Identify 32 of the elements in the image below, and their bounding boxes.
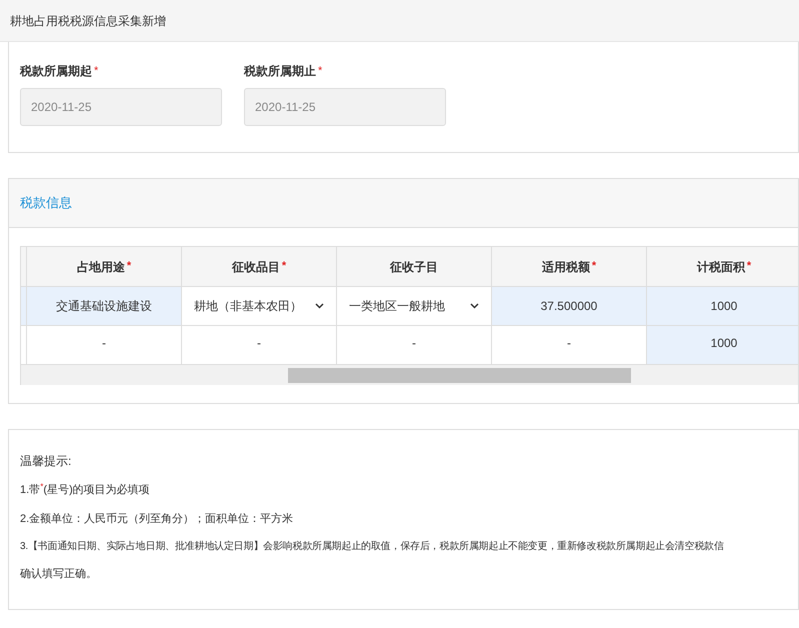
column-header: 征收子目: [337, 247, 492, 286]
table-row[interactable]: - - - - 1000: [21, 326, 798, 365]
column-header: 征收品目 *: [182, 247, 337, 286]
select-field[interactable]: 耕地（非基本农田）: [182, 287, 337, 325]
table-cell: -: [27, 326, 182, 364]
table-cell: 1000: [647, 326, 798, 364]
tip-text: 确认填写正确。: [20, 567, 98, 582]
required-mark: *: [318, 64, 322, 79]
tips-title: 温馨提示:: [20, 453, 72, 470]
field-label: 税款所属期起: [20, 63, 92, 80]
scrollbar-thumb[interactable]: [288, 368, 631, 382]
field-label: 税款所属期止: [244, 63, 316, 80]
required-mark: *: [94, 64, 98, 79]
section-title: 税款信息: [20, 194, 72, 212]
select-field[interactable]: 一类地区一般耕地: [337, 287, 492, 325]
tip-text: 3.【书面通知日期、实际占地日期、批准耕地认定日期】会影响税款所属期起止的取值，保存后，税款所属期起止不能变更，重新修改税款所属期起止会清空税款信: [20, 540, 725, 554]
required-mark: *: [746, 259, 752, 274]
required-mark: *: [282, 259, 286, 274]
required-mark: *: [126, 259, 132, 274]
table-cell: -: [337, 326, 492, 364]
tip-text: 2.金额单位：人民币元（列至角分）；面积单位：平方米: [20, 512, 294, 526]
column-header: 适用税额 *: [492, 247, 647, 286]
table-cell: -: [182, 326, 337, 364]
column-header: 计税面积 *: [647, 247, 798, 286]
chevron-down-icon: [315, 303, 324, 309]
chevron-down-icon: [470, 303, 479, 309]
horizontal-scrollbar[interactable]: [21, 365, 798, 385]
table-row[interactable]: 交通基础设施建设 耕地（非基本农田） 一类地区一般耕地 37.500000 1000: [21, 287, 798, 326]
page-title: 耕地占用税税源信息采集新增: [10, 12, 166, 30]
required-mark: *: [592, 259, 596, 274]
column-header: 占地用途 *: [27, 247, 182, 286]
tip-text: 1.带$^{*}$(星号)的项目为必填项: [20, 482, 151, 498]
